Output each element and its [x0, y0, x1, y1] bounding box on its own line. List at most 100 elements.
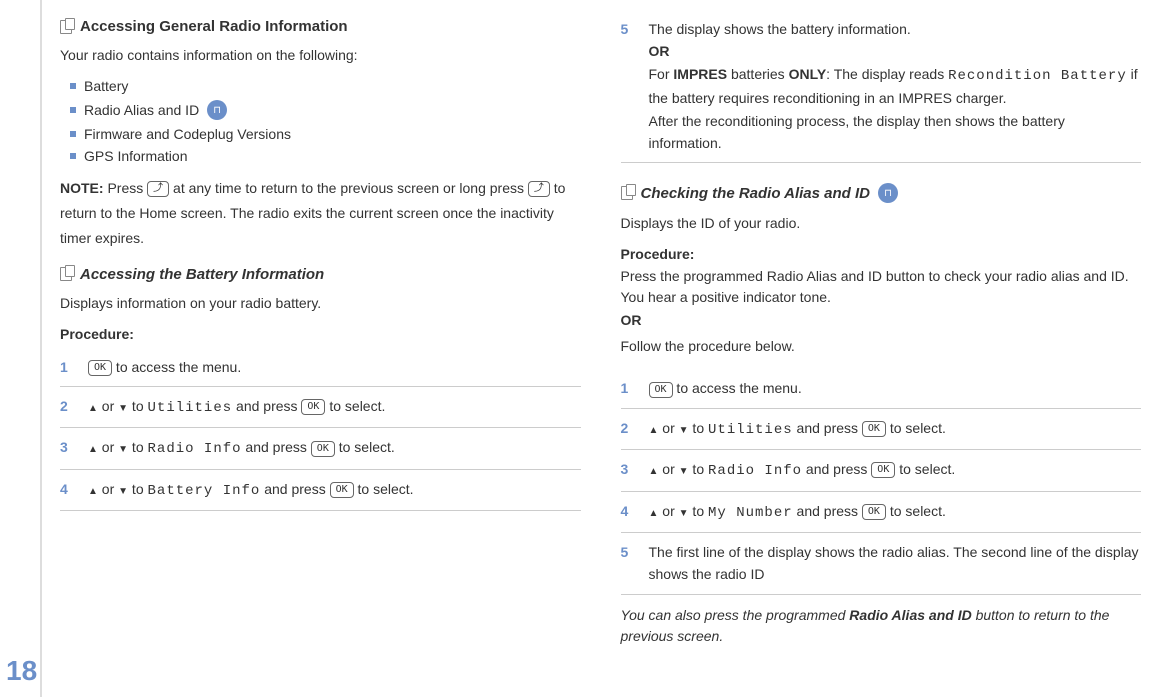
mic-icon: ⊓	[207, 100, 227, 120]
step-fragment: to select.	[325, 398, 385, 414]
procedure-steps-alias: 1 OK to access the menu. 2 or to Utiliti…	[621, 369, 1142, 594]
menu-mono: Recondition Battery	[948, 68, 1127, 84]
page-stack-icon	[60, 267, 72, 281]
step-text: or to Utilities and press OK to select.	[649, 417, 946, 441]
step-fragment: to select.	[354, 481, 414, 497]
ok-key-icon: OK	[301, 399, 325, 415]
intro-alias: Displays the ID of your radio.	[621, 213, 1142, 234]
arrow-up-icon	[88, 398, 98, 414]
list-item: Radio Alias and ID ⊓	[70, 100, 581, 120]
step-text: The display shows the battery informatio…	[649, 18, 1142, 154]
step-number: 5	[621, 541, 635, 563]
bullet-label: Firmware and Codeplug Versions	[84, 126, 291, 142]
step-number: 2	[621, 417, 635, 439]
step-fragment: After the reconditioning process, the di…	[649, 113, 1065, 151]
step-fragment: and press	[242, 439, 311, 455]
follow-text: Follow the procedure below.	[621, 336, 1142, 357]
page-stack-icon	[60, 20, 72, 34]
step-fragment: to select.	[895, 461, 955, 477]
step-text: or to My Number and press OK to select.	[649, 500, 946, 524]
step-fragment: ONLY	[789, 66, 827, 82]
or-label: OR	[649, 43, 670, 59]
step-row: 2 or to Utilities and press OK to select…	[621, 409, 1142, 450]
step-number: 3	[621, 458, 635, 480]
section-header-alias: Checking the Radio Alias and ID ⊓	[621, 183, 1142, 203]
arrow-up-icon	[88, 439, 98, 455]
step-fragment: to access the menu.	[673, 380, 802, 396]
square-bullet-icon	[70, 131, 76, 137]
step-fragment: or	[658, 420, 678, 436]
arrow-down-icon	[679, 461, 689, 477]
step-number: 3	[60, 436, 74, 458]
step-fragment: to select.	[886, 420, 946, 436]
step-row: 1 OK to access the menu.	[621, 369, 1142, 408]
procedure-label: Procedure:	[60, 326, 581, 342]
note-text: Press	[107, 180, 147, 196]
step-fragment: For	[649, 66, 674, 82]
section-title-battery: Accessing the Battery Information	[80, 266, 324, 283]
step-text: The first line of the display shows the …	[649, 541, 1142, 586]
procedure-text: Press the programmed Radio Alias and ID …	[621, 266, 1142, 308]
step-text: or to Utilities and press OK to select.	[88, 395, 385, 419]
step-fragment: to	[689, 503, 708, 519]
arrow-down-icon	[118, 439, 128, 455]
step-number: 1	[621, 377, 635, 399]
back-key-icon: ⤴	[528, 181, 550, 197]
step-fragment: and press	[793, 420, 862, 436]
intro-general: Your radio contains information on the f…	[60, 45, 581, 66]
step-fragment: or	[98, 481, 118, 497]
menu-mono: Utilities	[708, 422, 793, 438]
section-header-general: Accessing General Radio Information	[60, 18, 581, 35]
step-number: 1	[60, 356, 74, 378]
step-fragment: or	[658, 461, 678, 477]
step-fragment: and press	[802, 461, 871, 477]
step-fragment: to access the menu.	[112, 359, 241, 375]
step-fragment: to	[128, 481, 147, 497]
back-key-icon: ⤴	[147, 181, 169, 197]
procedure-steps-battery: 1 OK to access the menu. 2 or to Utiliti…	[60, 348, 581, 512]
ok-key-icon: OK	[871, 462, 895, 478]
content-columns: Accessing General Radio Information Your…	[60, 10, 1141, 647]
arrow-down-icon	[679, 503, 689, 519]
side-vertical-bar	[40, 0, 42, 697]
step-number: 4	[621, 500, 635, 522]
ok-key-icon: OK	[862, 421, 886, 437]
step-fragment: or	[98, 439, 118, 455]
ok-key-icon: OK	[862, 504, 886, 520]
step-fragment: batteries	[727, 66, 788, 82]
step-fragment: and press	[232, 398, 301, 414]
step-row: 4 or to My Number and press OK to select…	[621, 492, 1142, 533]
step-row: 3 or to Radio Info and press OK to selec…	[60, 428, 581, 469]
list-item: Firmware and Codeplug Versions	[70, 126, 581, 142]
arrow-down-icon	[679, 420, 689, 436]
mic-icon: ⊓	[878, 183, 898, 203]
menu-mono: My Number	[708, 505, 793, 521]
step-fragment: or	[658, 503, 678, 519]
intro-battery: Displays information on your radio batte…	[60, 293, 581, 314]
section-header-battery: Accessing the Battery Information	[60, 266, 581, 283]
step-number: 2	[60, 395, 74, 417]
step-fragment: to	[689, 420, 708, 436]
ok-key-icon: OK	[649, 382, 673, 398]
menu-mono: Battery Info	[148, 483, 261, 499]
step-text: OK to access the menu.	[649, 377, 802, 399]
step-fragment: The display shows the battery informatio…	[649, 21, 911, 37]
procedure-label: Procedure:	[621, 246, 1142, 262]
section-title-alias: Checking the Radio Alias and ID	[641, 185, 870, 202]
step-text: or to Battery Info and press OK to selec…	[88, 478, 414, 502]
page-stack-icon	[621, 186, 633, 200]
or-label: OR	[621, 312, 1142, 328]
square-bullet-icon	[70, 83, 76, 89]
square-bullet-icon	[70, 107, 76, 113]
step-fragment: : The display reads	[826, 66, 948, 82]
list-item: GPS Information	[70, 148, 581, 164]
menu-mono: Utilities	[148, 400, 233, 416]
square-bullet-icon	[70, 153, 76, 159]
ok-key-icon: OK	[88, 360, 112, 376]
arrow-up-icon	[649, 461, 659, 477]
step-fragment: to select.	[335, 439, 395, 455]
step-fragment: to	[128, 398, 147, 414]
step-row: 3 or to Radio Info and press OK to selec…	[621, 450, 1142, 491]
bullet-label: Battery	[84, 78, 128, 94]
section-title-general: Accessing General Radio Information	[80, 18, 348, 35]
